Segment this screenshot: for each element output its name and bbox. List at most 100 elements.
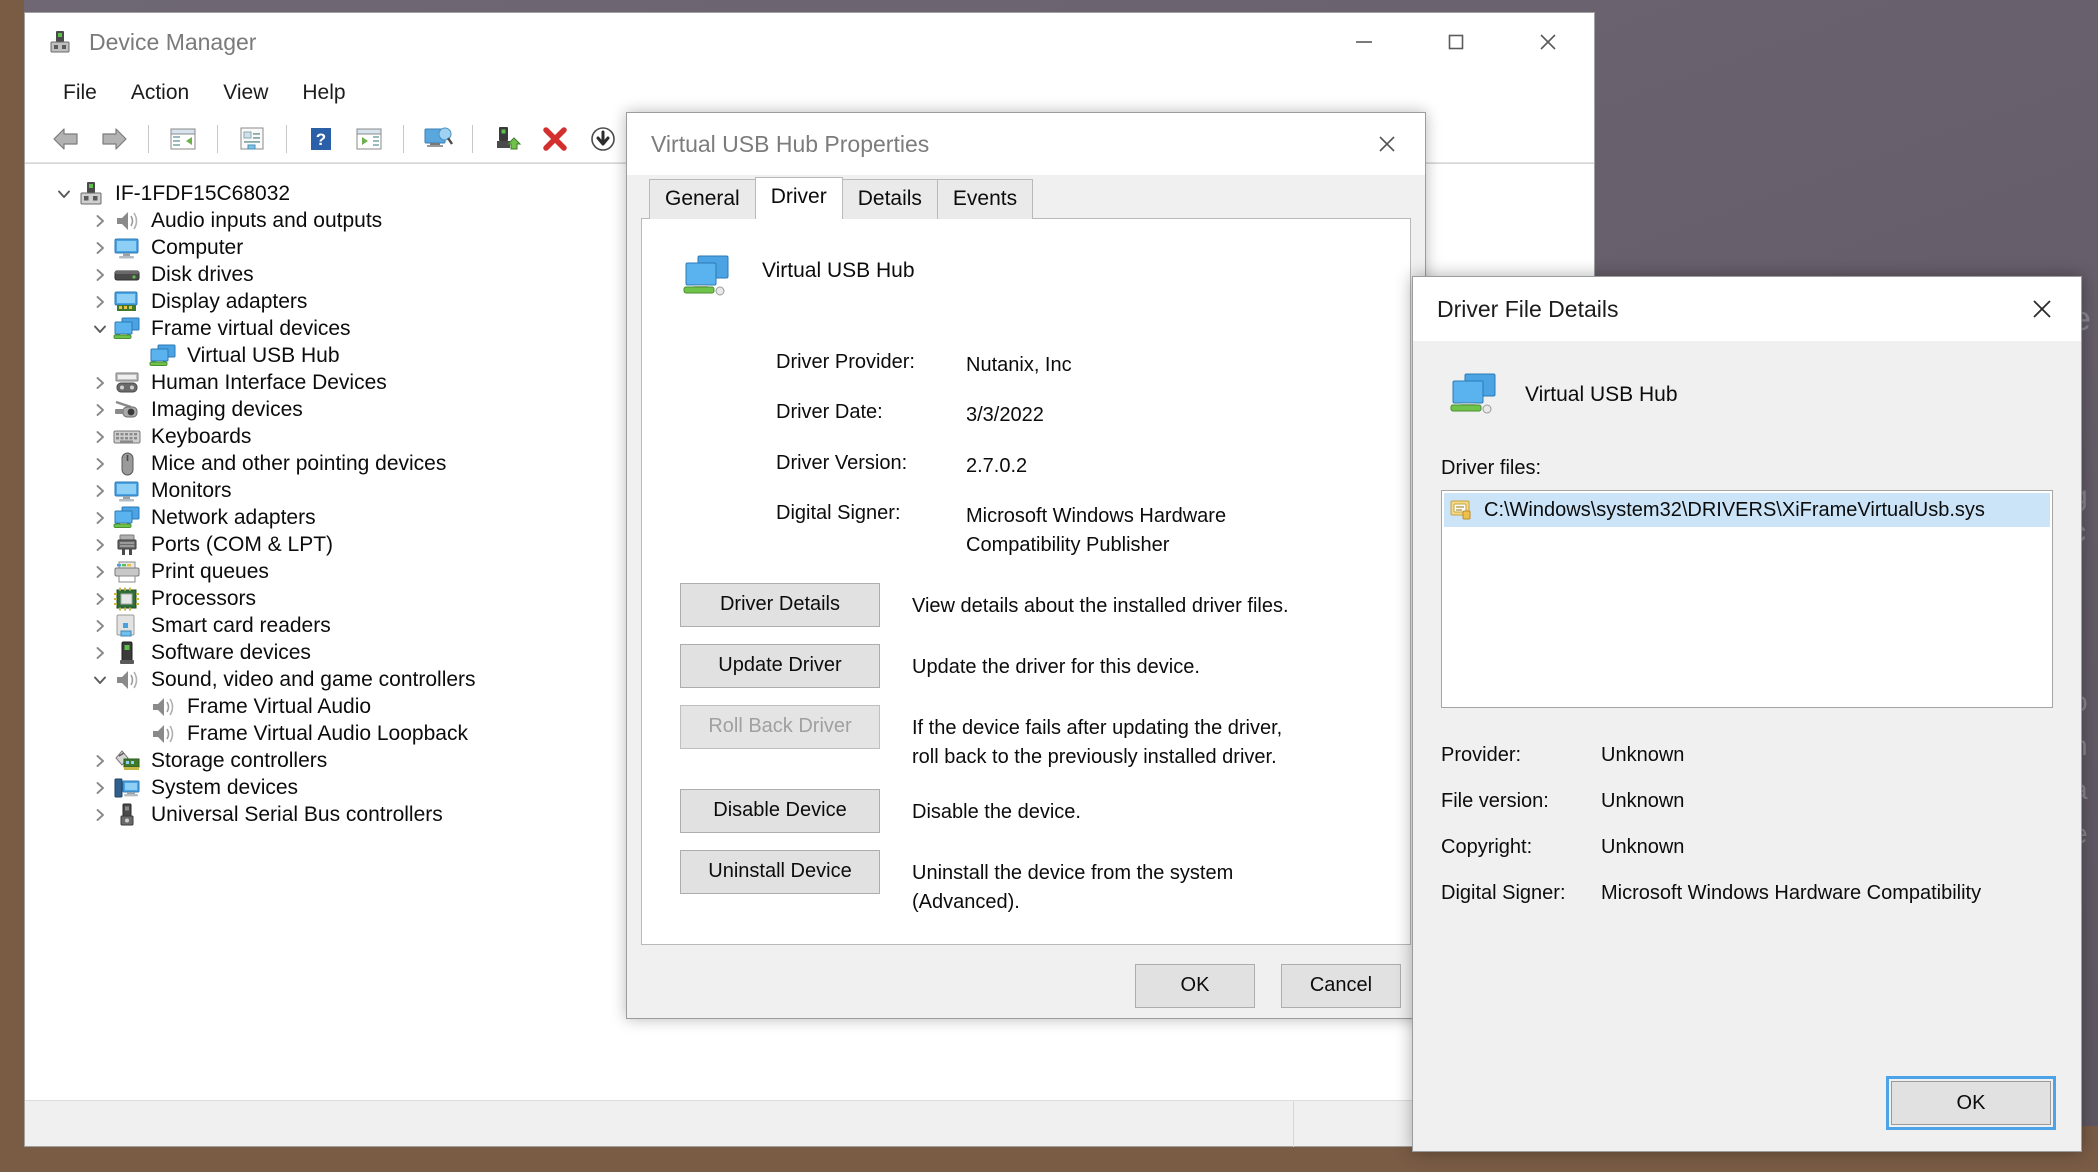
driver-provider-label: Driver Provider: bbox=[776, 351, 966, 379]
list-item[interactable]: C:\Windows\system32\DRIVERS\XiFrameVirtu… bbox=[1444, 493, 2050, 527]
chevron-right-icon[interactable] bbox=[87, 424, 113, 450]
help-icon[interactable]: ? bbox=[298, 119, 344, 159]
copyright-value: Unknown bbox=[1601, 836, 1684, 859]
uninstall-device-button[interactable]: Uninstall Device bbox=[680, 850, 880, 894]
storage-controller-icon bbox=[113, 749, 141, 773]
chevron-right-icon[interactable] bbox=[87, 235, 113, 261]
digital-signer-label: Digital Signer: bbox=[1441, 882, 1601, 905]
driver-files-list[interactable]: C:\Windows\system32\DRIVERS\XiFrameVirtu… bbox=[1441, 490, 2053, 708]
driver-tab-page: Virtual USB Hub Driver Provider: Nutanix… bbox=[641, 219, 1411, 945]
close-icon[interactable] bbox=[1349, 113, 1425, 175]
tab-general[interactable]: General bbox=[649, 179, 756, 219]
device-manager-icon bbox=[47, 29, 73, 55]
driver-details-button[interactable]: Driver Details bbox=[680, 583, 880, 627]
chevron-right-icon[interactable] bbox=[87, 262, 113, 288]
menu-action[interactable]: Action bbox=[117, 76, 203, 110]
tree-item-label: Smart card readers bbox=[151, 615, 331, 636]
show-hide-action-pane-icon[interactable] bbox=[346, 119, 392, 159]
virtual-device-icon bbox=[113, 317, 141, 341]
forward-arrow-icon[interactable] bbox=[91, 119, 137, 159]
menu-bar: File Action View Help bbox=[25, 71, 1594, 115]
minimize-button[interactable] bbox=[1318, 13, 1410, 71]
tree-item-label: Sound, video and game controllers bbox=[151, 669, 476, 690]
toolbar-separator bbox=[148, 125, 149, 153]
properties-tabs: General Driver Details Events bbox=[627, 175, 1425, 219]
hid-icon bbox=[113, 371, 141, 395]
tree-item-label: System devices bbox=[151, 777, 298, 798]
chevron-right-icon[interactable] bbox=[87, 586, 113, 612]
cancel-button[interactable]: Cancel bbox=[1281, 964, 1401, 1008]
chevron-right-icon[interactable] bbox=[87, 289, 113, 315]
tree-item-label: IF-1FDF15C68032 bbox=[115, 183, 290, 204]
desktop-edge-left bbox=[0, 0, 24, 1172]
chevron-right-icon[interactable] bbox=[87, 208, 113, 234]
tree-item-label: Software devices bbox=[151, 642, 311, 663]
tree-item-label: Frame virtual devices bbox=[151, 318, 351, 339]
chevron-right-icon[interactable] bbox=[87, 613, 113, 639]
ok-button[interactable]: OK bbox=[1891, 1081, 2051, 1125]
tab-events[interactable]: Events bbox=[937, 179, 1033, 219]
chevron-right-icon[interactable] bbox=[87, 397, 113, 423]
ok-button[interactable]: OK bbox=[1135, 964, 1255, 1008]
keyboard-icon bbox=[113, 425, 141, 449]
chevron-right-icon[interactable] bbox=[87, 478, 113, 504]
back-arrow-icon[interactable] bbox=[43, 119, 89, 159]
update-driver-icon[interactable] bbox=[484, 119, 530, 159]
maximize-button[interactable] bbox=[1410, 13, 1502, 71]
chevron-right-icon[interactable] bbox=[87, 532, 113, 558]
metadata-row: File version: Unknown bbox=[1441, 790, 2053, 813]
tree-item-label: Network adapters bbox=[151, 507, 316, 528]
chevron-right-icon[interactable] bbox=[87, 370, 113, 396]
chevron-down-icon[interactable] bbox=[51, 181, 77, 207]
chevron-right-icon[interactable] bbox=[87, 802, 113, 828]
tab-details[interactable]: Details bbox=[842, 179, 938, 219]
svg-text:?: ? bbox=[316, 130, 326, 149]
menu-view[interactable]: View bbox=[209, 76, 282, 110]
scan-for-hardware-changes-icon[interactable] bbox=[415, 119, 461, 159]
processor-icon bbox=[113, 587, 141, 611]
chevron-right-icon[interactable] bbox=[87, 775, 113, 801]
tab-driver[interactable]: Driver bbox=[755, 177, 843, 219]
driver-file-metadata: Provider: Unknown File version: Unknown … bbox=[1441, 744, 2053, 905]
uninstall-device-icon[interactable] bbox=[532, 119, 578, 159]
device-header: Virtual USB Hub bbox=[672, 253, 1380, 301]
close-icon[interactable] bbox=[2003, 277, 2081, 341]
virtual-usb-hub-properties-dialog: Virtual USB Hub Properties General Drive… bbox=[626, 112, 1426, 1019]
tree-item-label: Mice and other pointing devices bbox=[151, 453, 446, 474]
chevron-down-icon[interactable] bbox=[87, 316, 113, 342]
chevron-right-icon[interactable] bbox=[87, 640, 113, 666]
menu-help[interactable]: Help bbox=[288, 76, 359, 110]
display-adapter-icon bbox=[113, 290, 141, 314]
tree-item-label: Ports (COM & LPT) bbox=[151, 534, 333, 555]
metadata-row: Provider: Unknown bbox=[1441, 744, 2053, 767]
tree-item-label: Display adapters bbox=[151, 291, 307, 312]
uninstall-device-description: Uninstall the device from the system (Ad… bbox=[912, 850, 1312, 917]
driver-version-label: Driver Version: bbox=[776, 452, 966, 480]
properties-icon[interactable] bbox=[229, 119, 275, 159]
port-icon bbox=[113, 533, 141, 557]
disable-device-button[interactable]: Disable Device bbox=[680, 789, 880, 833]
tree-item-label: Computer bbox=[151, 237, 243, 258]
menu-file[interactable]: File bbox=[49, 76, 111, 110]
driver-action-row: Update Driver Update the driver for this… bbox=[680, 644, 1380, 688]
update-driver-button[interactable]: Update Driver bbox=[680, 644, 880, 688]
show-hide-console-tree-icon[interactable] bbox=[160, 119, 206, 159]
roll-back-driver-description: If the device fails after updating the d… bbox=[912, 705, 1312, 772]
driver-file-details-dialog: Driver File Details Virtual USB Hub Driv… bbox=[1412, 276, 2082, 1152]
provider-value: Unknown bbox=[1601, 744, 1684, 767]
disable-device-icon[interactable] bbox=[580, 119, 626, 159]
driver-file-details-titlebar[interactable]: Driver File Details bbox=[1413, 277, 2081, 341]
chevron-right-icon[interactable] bbox=[87, 748, 113, 774]
window-titlebar[interactable]: Device Manager bbox=[25, 13, 1594, 71]
chevron-right-icon[interactable] bbox=[87, 505, 113, 531]
driver-info-row: Driver Version: 2.7.0.2 bbox=[776, 452, 1380, 480]
properties-titlebar[interactable]: Virtual USB Hub Properties bbox=[627, 113, 1425, 175]
chevron-down-icon[interactable] bbox=[87, 667, 113, 693]
chevron-right-icon[interactable] bbox=[87, 451, 113, 477]
driver-files-label: Driver files: bbox=[1441, 457, 2053, 480]
properties-footer: OK Cancel bbox=[627, 945, 1425, 1027]
driver-info-row: Driver Provider: Nutanix, Inc bbox=[776, 351, 1380, 379]
close-button[interactable] bbox=[1502, 13, 1594, 71]
chevron-right-icon[interactable] bbox=[87, 559, 113, 585]
usb-controller-icon bbox=[113, 803, 141, 827]
